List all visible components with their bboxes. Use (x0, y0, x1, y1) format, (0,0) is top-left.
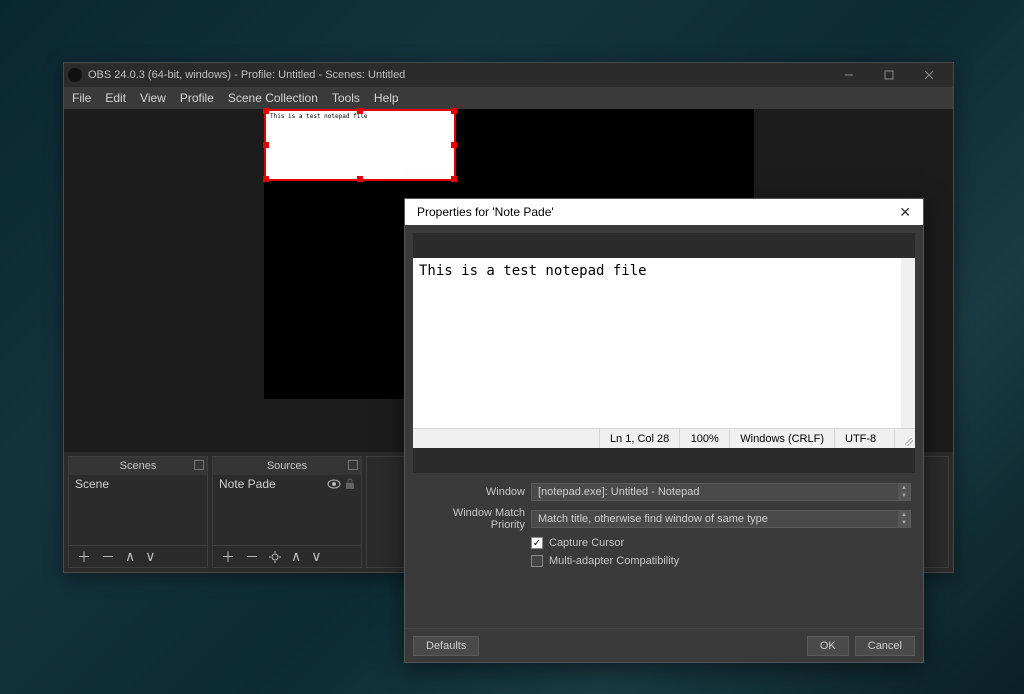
resize-handle-tm[interactable] (357, 108, 363, 114)
defaults-button[interactable]: Defaults (413, 636, 479, 656)
window-select[interactable]: [notepad.exe]: Untitled - Notepad ▲▼ (531, 483, 911, 501)
source-up-button[interactable]: ∧ (291, 548, 301, 565)
source-properties-button[interactable] (269, 551, 281, 563)
scenes-title-text: Scenes (120, 460, 157, 472)
resize-handle-ml[interactable] (263, 142, 269, 148)
match-priority-value: Match title, otherwise find window of sa… (538, 513, 768, 525)
close-icon[interactable]: ✕ (893, 204, 917, 221)
window-select-value: [notepad.exe]: Untitled - Notepad (538, 486, 699, 498)
notepad-text: This is a test notepad file (419, 263, 647, 279)
scene-up-button[interactable]: ∧ (125, 548, 135, 565)
source-down-button[interactable]: ∨ (311, 548, 321, 565)
selected-source-bounds[interactable]: This is a test notepad file (264, 109, 456, 181)
add-source-button[interactable]: ＋ (221, 547, 235, 567)
sources-title-text: Sources (267, 460, 307, 472)
menu-help[interactable]: Help (374, 91, 399, 105)
status-spacer (413, 429, 599, 448)
lock-icon[interactable] (345, 478, 355, 490)
resize-handle-tr[interactable] (451, 108, 457, 114)
cancel-button[interactable]: Cancel (855, 636, 915, 656)
properties-body: This is a test notepad file Ln 1, Col 28… (405, 225, 923, 628)
scenes-panel: Scenes Scene ＋ － ∧ ∨ (68, 456, 208, 568)
sources-panel: Sources Note Pade ＋ － (212, 456, 362, 568)
status-zoom: 100% (679, 429, 729, 448)
spinner-icon[interactable]: ▲▼ (898, 484, 910, 500)
properties-preview: This is a test notepad file Ln 1, Col 28… (413, 233, 915, 473)
resize-grip-icon[interactable] (894, 429, 915, 448)
sources-panel-title: Sources (213, 457, 361, 475)
spinner-icon[interactable]: ▲▼ (898, 511, 910, 527)
notepad-statusbar: Ln 1, Col 28 100% Windows (CRLF) UTF-8 (413, 428, 915, 448)
visibility-icon[interactable] (327, 479, 341, 489)
scenes-list[interactable]: Scene (69, 475, 207, 545)
menu-edit[interactable]: Edit (105, 91, 126, 105)
source-item[interactable]: Note Pade (213, 475, 361, 493)
scenes-toolbar: ＋ － ∧ ∨ (69, 545, 207, 567)
popout-icon[interactable] (194, 460, 204, 470)
multi-adapter-checkbox[interactable] (531, 555, 543, 567)
selected-source-content: This is a test notepad file (266, 111, 454, 179)
notepad-preview: This is a test notepad file Ln 1, Col 28… (413, 258, 915, 448)
scrollbar[interactable] (901, 258, 915, 428)
menu-tools[interactable]: Tools (332, 91, 360, 105)
close-button[interactable] (909, 64, 949, 86)
resize-handle-mr[interactable] (451, 142, 457, 148)
capture-cursor-label: Capture Cursor (549, 537, 624, 549)
titlebar: OBS 24.0.3 (64-bit, windows) - Profile: … (64, 63, 953, 87)
status-encoding: UTF-8 (834, 429, 894, 448)
window-label: Window (417, 486, 525, 498)
menu-profile[interactable]: Profile (180, 91, 214, 105)
window-title: OBS 24.0.3 (64-bit, windows) - Profile: … (88, 69, 405, 81)
properties-form: Window [notepad.exe]: Untitled - Notepad… (413, 483, 915, 567)
maximize-button[interactable] (869, 64, 909, 86)
menu-file[interactable]: File (72, 91, 91, 105)
status-eol: Windows (CRLF) (729, 429, 834, 448)
properties-titlebar: Properties for 'Note Pade' ✕ (405, 199, 923, 225)
remove-scene-button[interactable]: － (101, 547, 115, 567)
properties-title: Properties for 'Note Pade' (417, 205, 554, 219)
menu-scene-collection[interactable]: Scene Collection (228, 91, 318, 105)
match-priority-select[interactable]: Match title, otherwise find window of sa… (531, 510, 911, 528)
scenes-panel-title: Scenes (69, 457, 207, 475)
properties-dialog: Properties for 'Note Pade' ✕ This is a t… (404, 198, 924, 663)
minimize-button[interactable] (829, 64, 869, 86)
sources-list[interactable]: Note Pade (213, 475, 361, 545)
remove-source-button[interactable]: － (245, 547, 259, 567)
resize-handle-br[interactable] (451, 176, 457, 182)
sources-toolbar: ＋ － ∧ ∨ (213, 545, 361, 567)
source-item-label: Note Pade (219, 477, 276, 491)
scene-item-label: Scene (75, 477, 109, 491)
scene-down-button[interactable]: ∨ (145, 548, 155, 565)
ok-button[interactable]: OK (807, 636, 849, 656)
properties-footer: Defaults OK Cancel (405, 628, 923, 662)
popout-icon[interactable] (348, 460, 358, 470)
menubar: File Edit View Profile Scene Collection … (64, 87, 953, 109)
resize-handle-tl[interactable] (263, 108, 269, 114)
resize-handle-bm[interactable] (357, 176, 363, 182)
obs-icon (68, 68, 82, 82)
resize-handle-bl[interactable] (263, 176, 269, 182)
selected-source-text: This is a test notepad file (270, 113, 368, 120)
capture-cursor-checkbox[interactable]: ✓ (531, 537, 543, 549)
status-lncol: Ln 1, Col 28 (599, 429, 679, 448)
add-scene-button[interactable]: ＋ (77, 547, 91, 567)
match-priority-label: Window Match Priority (417, 507, 525, 531)
scene-item[interactable]: Scene (69, 475, 207, 493)
menu-view[interactable]: View (140, 91, 166, 105)
multi-adapter-label: Multi-adapter Compatibility (549, 555, 679, 567)
